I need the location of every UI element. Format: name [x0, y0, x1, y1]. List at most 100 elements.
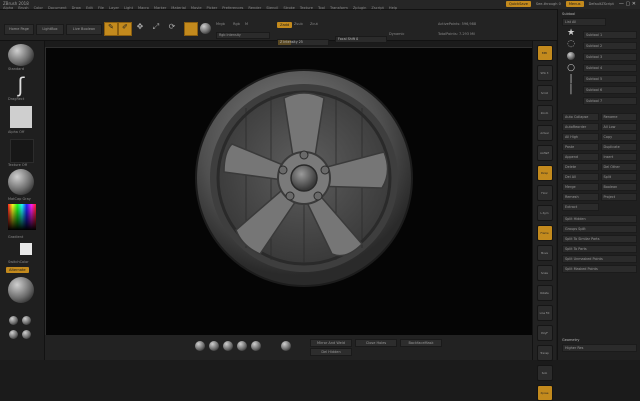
right-shelf-scroll[interactable]: Scroll [536, 85, 553, 101]
window-controls-icon[interactable]: — ▢ ✕ [619, 1, 636, 7]
split-item[interactable]: Split Masked Points [562, 265, 637, 273]
split-item[interactable]: Split Hidden [562, 215, 637, 223]
zcut-button[interactable]: Zcut [310, 22, 318, 26]
subtool-auto-collapse-button[interactable]: Auto Collapse [562, 113, 599, 121]
close-holes-button[interactable]: Close Holes [355, 339, 397, 347]
sphere-icon[interactable] [567, 52, 575, 60]
home-page-button[interactable]: Home Page [4, 24, 34, 35]
right-shelf-solo[interactable]: Solo [536, 365, 553, 381]
subtool-rename-button[interactable]: Rename [600, 113, 637, 121]
subtool-del-all-button[interactable]: Del All [562, 173, 599, 181]
right-shelf-xpose[interactable]: Xpose [536, 385, 553, 401]
seethrough-slider[interactable]: See-through 0 [536, 2, 561, 6]
matcap-preview[interactable] [8, 277, 34, 303]
alternate-button[interactable]: Alternate [6, 267, 29, 273]
subtool-split-button[interactable]: Split [600, 173, 637, 181]
stick-icon[interactable]: ❘ [562, 74, 580, 85]
line-icon[interactable]: │ [562, 85, 580, 96]
subtool-item[interactable]: Subtool 4 [583, 64, 637, 72]
right-shelf-persp[interactable]: Persp [536, 165, 553, 181]
mrgb-button[interactable]: Mrgb [216, 22, 225, 26]
right-shelf-scale[interactable]: Scale [536, 265, 553, 281]
scale-icon[interactable]: ⤢ [150, 22, 162, 34]
right-shelf-floor[interactable]: Floor [536, 185, 553, 201]
live-boolean-button[interactable]: Live Boolean [66, 24, 102, 35]
subtool-item[interactable]: Subtool 5 [583, 75, 637, 83]
subtool-insert-button[interactable]: Insert [600, 153, 637, 161]
brush-preset-4[interactable] [237, 341, 247, 351]
subtool-extract-button[interactable]: Extract [562, 203, 599, 211]
subtool-item[interactable]: Subtool 1 [583, 31, 637, 39]
rgb-button[interactable]: Rgb [233, 22, 240, 26]
right-shelf-transp[interactable]: Transp [536, 345, 553, 361]
split-item[interactable]: Split Unmasked Points [562, 255, 637, 263]
material-swatch-1[interactable] [9, 316, 18, 325]
draw-button[interactable]: ✐ [118, 22, 132, 36]
subtool-del-other-button[interactable]: Del Other [600, 163, 637, 171]
subtool-autoreorder-button[interactable]: AutoReorder [562, 123, 599, 131]
material-swatch-4[interactable] [22, 330, 31, 339]
focal-shift-slider[interactable]: Focal Shift 0 [335, 36, 387, 43]
brush-thumbnail[interactable] [8, 44, 34, 66]
right-shelf-zoom[interactable]: Zoom [536, 105, 553, 121]
zsub-button[interactable]: Zsub [294, 22, 303, 26]
default-zscript-button[interactable]: DefaultZScript [589, 2, 614, 6]
m-button[interactable]: M [245, 22, 248, 26]
brush-preset-6[interactable] [281, 341, 291, 351]
subtool-item[interactable]: Subtool 7 [583, 97, 637, 105]
subtool-append-button[interactable]: Append [562, 153, 599, 161]
subtool-boolean-button[interactable]: Boolean [600, 183, 637, 191]
subtool-duplicate-button[interactable]: Duplicate [600, 143, 637, 151]
right-shelf-aahalf[interactable]: AAHalf [536, 145, 553, 161]
material-swatch-3[interactable] [9, 330, 18, 339]
shield-model[interactable] [46, 48, 532, 335]
subtool-all-low-button[interactable]: All Low [600, 123, 637, 131]
alpha-thumbnail[interactable] [10, 106, 32, 128]
star-icon[interactable]: ★ [562, 28, 580, 39]
material-preview-icon[interactable] [200, 23, 211, 34]
higher-res-button[interactable]: Higher Res [562, 344, 637, 352]
color-picker[interactable] [8, 204, 36, 230]
right-shelf-line-fill[interactable]: Line Fill [536, 305, 553, 321]
right-shelf-l-sym[interactable]: L.Sym [536, 205, 553, 221]
brush-preset-5[interactable] [251, 341, 261, 351]
right-shelf-polyf[interactable]: PolyF [536, 325, 553, 341]
subtool-remesh-button[interactable]: Remesh [562, 193, 599, 201]
dotted-circle-icon[interactable]: ◌ [562, 39, 580, 50]
document-canvas[interactable] [45, 47, 533, 336]
right-shelf-spix-3[interactable]: SPix 3 [536, 65, 553, 81]
dynamic-button[interactable]: Dynamic [389, 32, 404, 36]
right-shelf-rotate[interactable]: Rotate [536, 285, 553, 301]
stroke-icon[interactable]: ʃ [8, 74, 34, 96]
texture-thumbnail[interactable] [10, 139, 34, 163]
lightbox-button[interactable]: LightBox [36, 24, 64, 35]
backface-mask-button[interactable]: BackfaceMask [400, 339, 442, 347]
switch-color-label[interactable]: SwitchColor [8, 260, 29, 264]
quicksave-button[interactable]: QuickSave [505, 1, 531, 7]
subtool-item[interactable]: Subtool 2 [583, 42, 637, 50]
list-all-button[interactable]: List All [562, 18, 606, 26]
zadd-button[interactable]: Zadd [277, 22, 293, 28]
subtool-delete-button[interactable]: Delete [562, 163, 599, 171]
rotate-icon[interactable]: ⟳ [166, 22, 178, 34]
del-hidden-button[interactable]: Del Hidden [310, 348, 352, 356]
subtool-copy-button[interactable]: Copy [600, 133, 637, 141]
subtool-merge-button[interactable]: Merge [562, 183, 599, 191]
mirror-weld-button[interactable]: Mirror And Weld [310, 339, 352, 347]
menus-button[interactable]: Menus [565, 1, 584, 7]
brush-preset-3[interactable] [223, 341, 233, 351]
right-shelf-move[interactable]: Move [536, 245, 553, 261]
move-icon[interactable]: ✥ [134, 22, 146, 34]
split-item[interactable]: Split To Parts [562, 245, 637, 253]
split-item[interactable]: Groups Split [562, 225, 637, 233]
right-shelf-bpr[interactable]: BPR [536, 45, 553, 61]
material-mode-button[interactable] [184, 22, 198, 36]
subtool-item[interactable]: Subtool 6 [583, 86, 637, 94]
geometry-label[interactable]: Geometry [562, 338, 637, 342]
right-shelf-actual[interactable]: Actual [536, 125, 553, 141]
rgb-intensity-slider[interactable]: Rgb Intensity [216, 32, 270, 39]
material-swatch-2[interactable] [22, 316, 31, 325]
z-intensity-slider[interactable]: Z Intensity 25 [277, 39, 329, 46]
split-item[interactable]: Split To Similar Parts [562, 235, 637, 243]
subtool-all-high-button[interactable]: All High [562, 133, 599, 141]
